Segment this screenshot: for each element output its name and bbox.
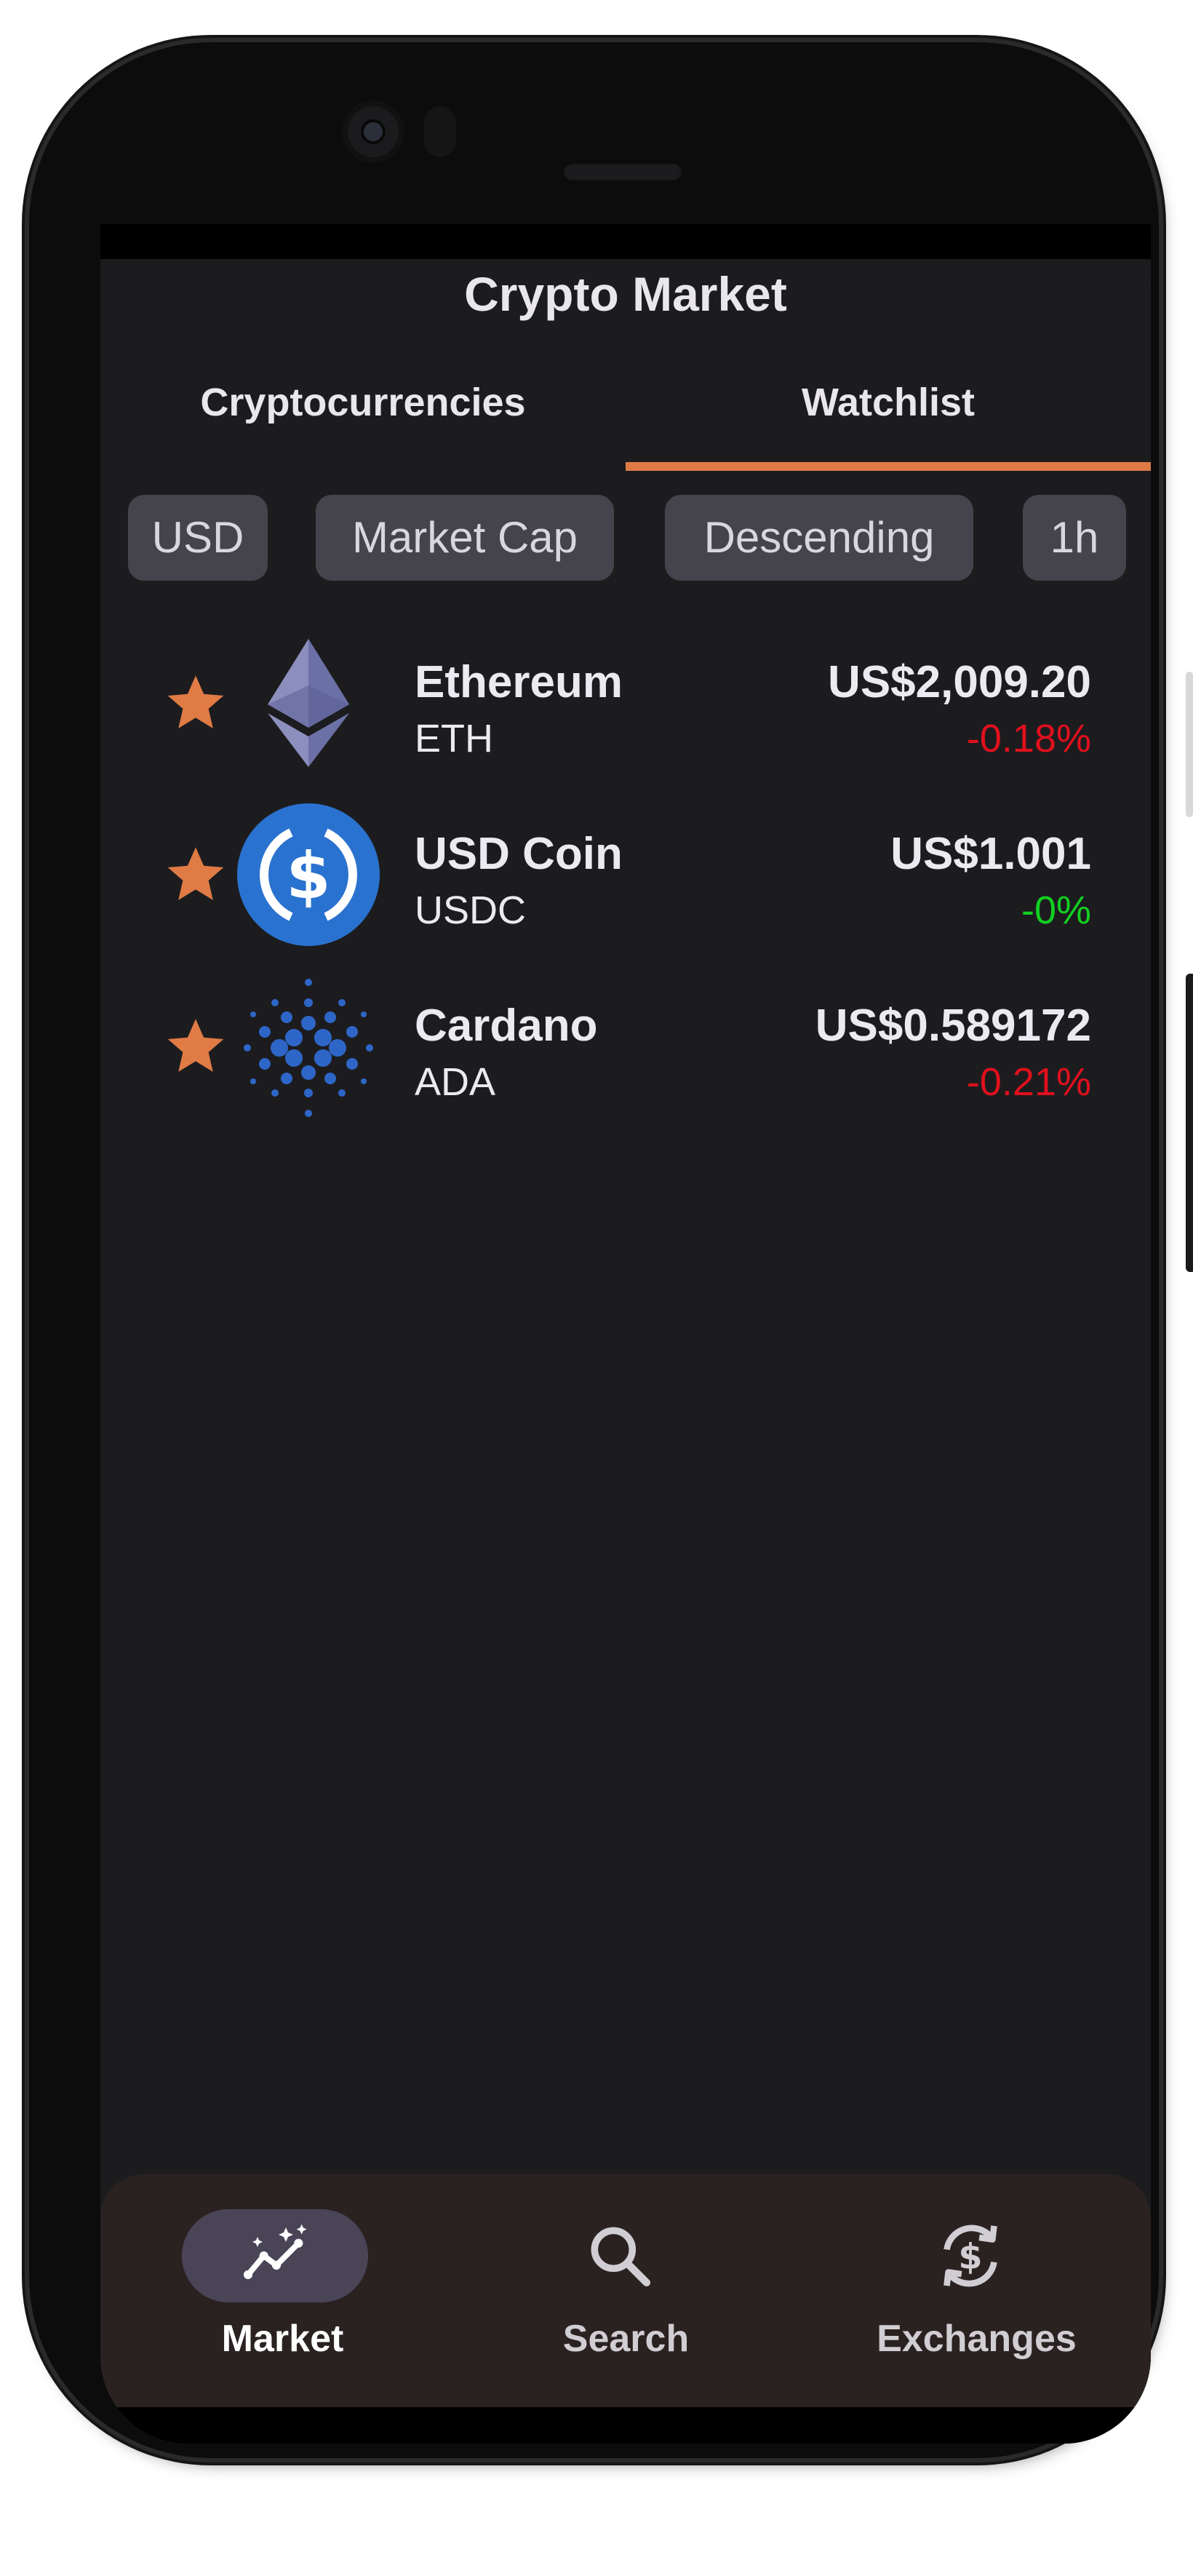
coin-name: Cardano (415, 1001, 598, 1051)
star-icon[interactable] (162, 1013, 229, 1080)
coin-name: Ethereum (415, 657, 623, 707)
side-button (1186, 672, 1193, 817)
front-camera (342, 100, 404, 163)
coin-price: US$0.589172 (815, 1001, 1091, 1051)
svg-text:$: $ (958, 2237, 982, 2277)
star-icon[interactable] (162, 841, 229, 908)
status-bar-area (100, 224, 1151, 303)
cardano-logo-icon (244, 979, 373, 1117)
app-screen: Crypto Market Cryptocurrencies Watchlist… (100, 224, 1151, 2444)
coin-change: -0% (1021, 889, 1091, 932)
bottom-navigation-bar: Market Search $ Exchanges (100, 2174, 1151, 2444)
interval-filter-chip[interactable]: 1h (1023, 495, 1126, 581)
svg-text:$: $ (286, 838, 330, 913)
currency-exchange-icon: $ (943, 2225, 997, 2287)
currency-filter-chip[interactable]: USD (128, 495, 268, 581)
proximity-sensor (424, 106, 456, 157)
tab-selected-indicator (626, 462, 1151, 471)
coin-symbol: ADA (415, 1060, 496, 1104)
screen-bottom-bezel (100, 2407, 1151, 2444)
coin-name: USD Coin (415, 829, 623, 879)
nav-item-exchanges[interactable]: $ Exchanges (802, 2174, 1151, 2407)
tab-watchlist[interactable]: Watchlist (626, 370, 1151, 435)
nav-label-search: Search (562, 2318, 690, 2360)
coin-row-usd-coin[interactable]: $ USD Coin USDC US$1.001 -0% (100, 792, 1151, 958)
coin-row-cardano[interactable]: Cardano ADA US$0.589172 -0.21% (100, 963, 1151, 1129)
tab-cryptocurrencies[interactable]: Cryptocurrencies (100, 370, 626, 435)
search-icon (591, 2227, 651, 2287)
coin-symbol: ETH (415, 717, 493, 760)
market-trend-icon (243, 2224, 307, 2280)
nav-item-search[interactable]: Search (451, 2174, 801, 2407)
ethereum-logo-icon (268, 639, 349, 767)
nav-item-market[interactable]: Market (108, 2174, 458, 2407)
sort-by-filter-chip[interactable]: Market Cap (316, 495, 614, 581)
coin-symbol: USDC (415, 889, 527, 932)
coin-change: -0.21% (966, 1060, 1091, 1104)
nav-label-market: Market (221, 2318, 344, 2360)
earpiece-speaker (563, 162, 682, 180)
order-filter-chip[interactable]: Descending (665, 495, 973, 581)
usd-coin-logo-icon: $ (237, 803, 380, 946)
phone-frame: Crypto Market Cryptocurrencies Watchlist… (29, 42, 1193, 2458)
volume-button (1186, 974, 1193, 1272)
coin-row-ethereum[interactable]: Ethereum ETH US$2,009.20 -0.18% (100, 620, 1151, 786)
coin-change: -0.18% (966, 717, 1091, 760)
nav-label-exchanges: Exchanges (877, 2318, 1077, 2360)
coin-price: US$1.001 (890, 829, 1091, 879)
app-title: Crypto Market (464, 267, 787, 321)
star-icon[interactable] (162, 669, 229, 736)
coin-price: US$2,009.20 (828, 657, 1091, 707)
